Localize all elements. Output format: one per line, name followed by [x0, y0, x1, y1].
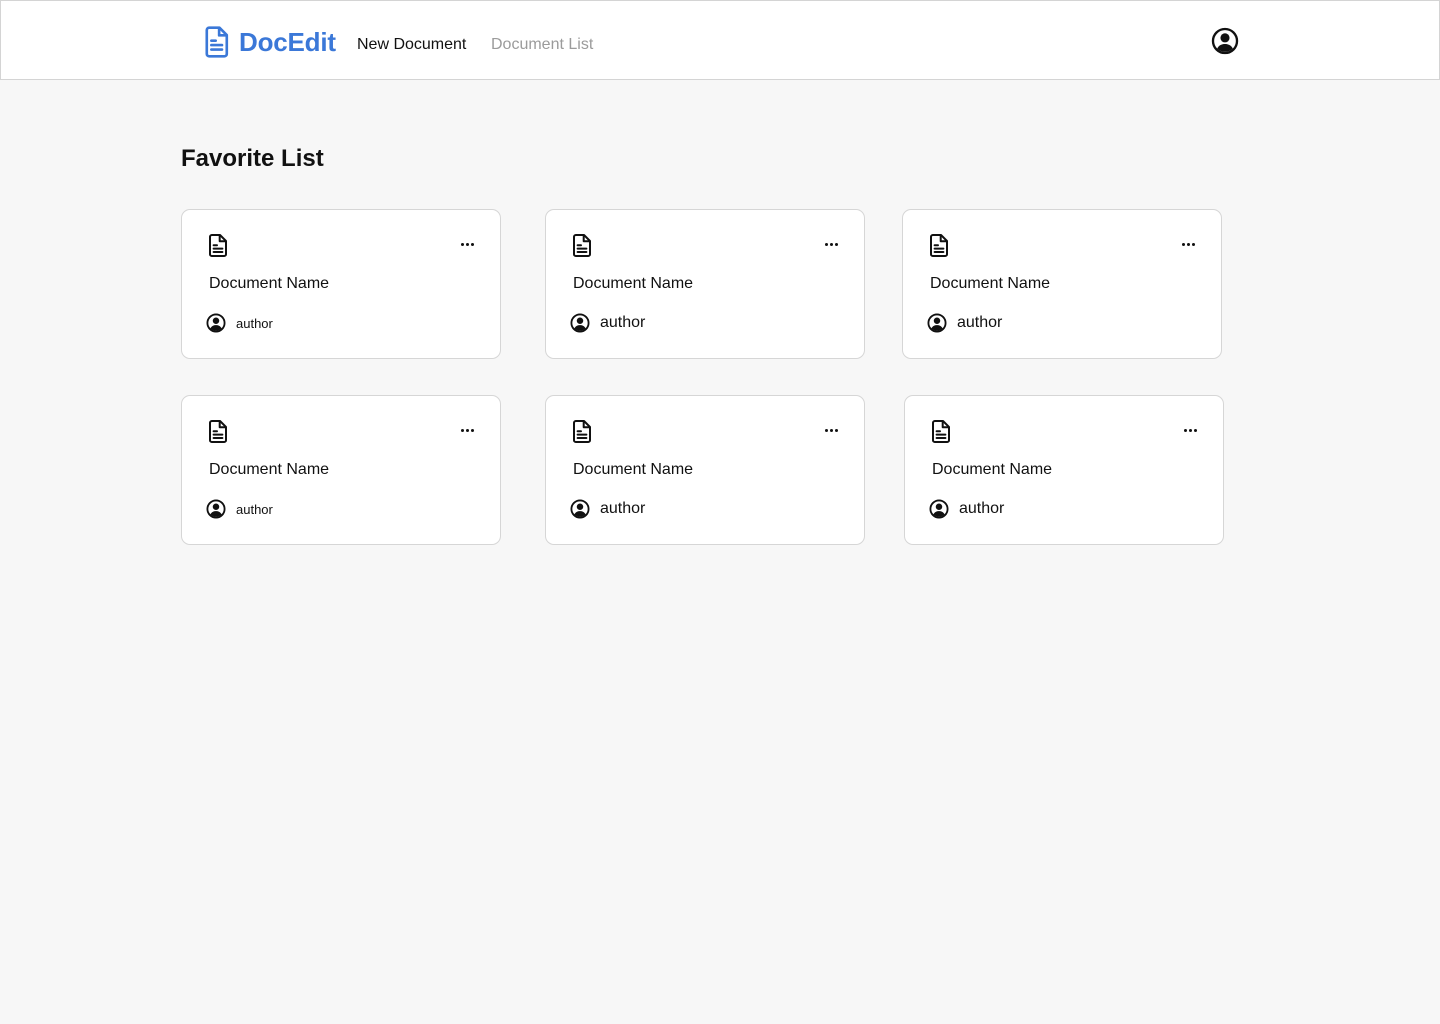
more-horizontal-icon[interactable]: [822, 423, 840, 437]
author-row: author: [206, 499, 273, 519]
author-name: author: [959, 500, 1005, 517]
document-icon: [208, 420, 228, 443]
user-circle-icon: [570, 313, 590, 333]
document-card[interactable]: Document Name author: [902, 209, 1222, 359]
user-circle-icon: [206, 313, 226, 333]
more-horizontal-icon[interactable]: [1179, 237, 1197, 251]
document-name: Document Name: [573, 461, 694, 478]
top-navigation-bar: DocEdit New Document Document List: [0, 0, 1440, 80]
author-name: author: [236, 315, 273, 331]
nav-document-list[interactable]: Document List: [491, 35, 593, 55]
document-icon: [929, 234, 949, 257]
document-icon: [572, 420, 592, 443]
document-name: Document Name: [930, 275, 1051, 292]
document-card[interactable]: Document Name author: [181, 395, 501, 545]
more-horizontal-icon[interactable]: [458, 423, 476, 437]
author-row: author: [570, 499, 645, 519]
author-name: author: [600, 314, 646, 331]
user-circle-icon: [927, 313, 947, 333]
author-row: author: [929, 499, 1004, 519]
document-name: Document Name: [209, 461, 330, 478]
author-row: author: [206, 313, 273, 333]
document-name: Document Name: [932, 461, 1053, 478]
user-circle-icon: [206, 499, 226, 519]
user-circle-icon: [929, 499, 949, 519]
author-name: author: [957, 314, 1003, 331]
document-icon: [202, 26, 231, 58]
author-row: author: [570, 313, 645, 333]
document-card[interactable]: Document Name author: [545, 209, 865, 359]
document-name: Document Name: [209, 275, 330, 292]
author-name: author: [600, 500, 646, 517]
document-card[interactable]: Document Name author: [545, 395, 865, 545]
author-name: author: [236, 501, 273, 517]
more-horizontal-icon[interactable]: [458, 237, 476, 251]
document-icon: [572, 234, 592, 257]
document-name: Document Name: [573, 275, 694, 292]
document-icon: [931, 420, 951, 443]
document-card[interactable]: Document Name author: [181, 209, 501, 359]
user-circle-icon: [570, 499, 590, 519]
document-card[interactable]: Document Name author: [904, 395, 1224, 545]
user-circle-icon[interactable]: [1211, 27, 1239, 55]
author-row: author: [927, 313, 1002, 333]
page-title: Favorite List: [181, 145, 324, 172]
more-horizontal-icon[interactable]: [822, 237, 840, 251]
document-icon: [208, 234, 228, 257]
more-horizontal-icon[interactable]: [1181, 423, 1199, 437]
brand-logo[interactable]: DocEdit: [202, 25, 336, 59]
nav-new-document[interactable]: New Document: [357, 35, 466, 55]
brand-name: DocEdit: [239, 26, 336, 57]
